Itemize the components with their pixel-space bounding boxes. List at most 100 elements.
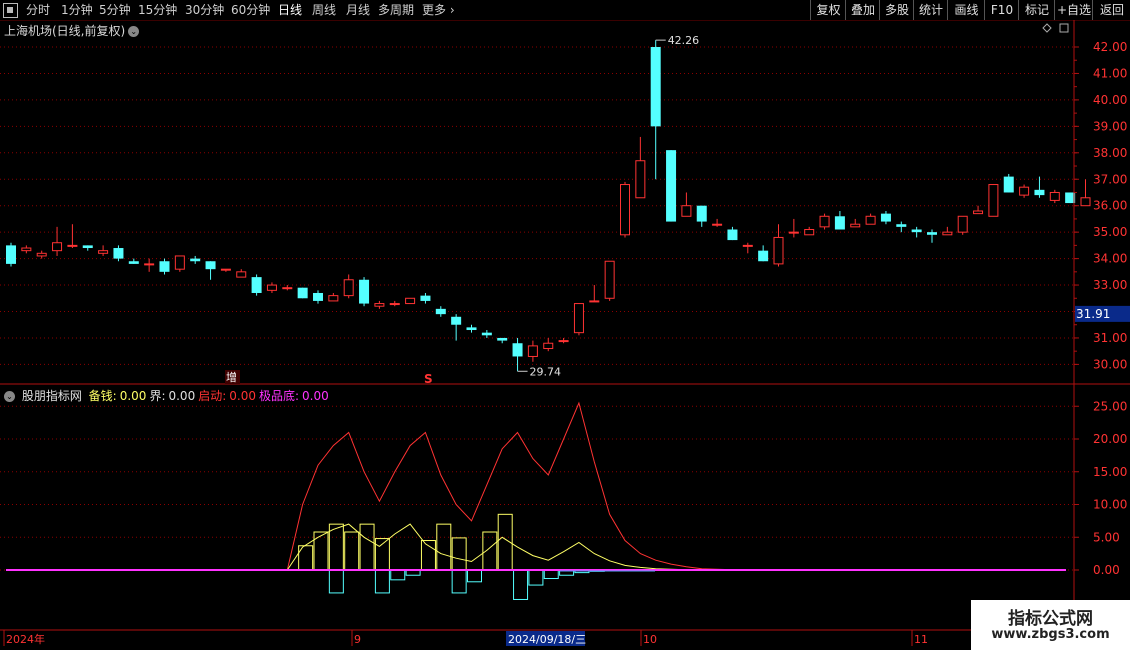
period-tab-9[interactable]: 多周期 (378, 2, 414, 18)
period-tab-10[interactable]: 更多 › (422, 2, 455, 18)
toolbar-button-8[interactable]: 返回 (1092, 0, 1130, 20)
candle-body-up (266, 284, 277, 291)
candle-body-up (52, 242, 63, 252)
watermark-title: 指标公式网 (1008, 609, 1093, 629)
candle-body-down (666, 150, 677, 222)
price-tick-label: 37.00 (1093, 172, 1127, 186)
candle-body-down (466, 327, 477, 331)
grid-lines (0, 46, 1074, 571)
jie-bar (513, 569, 529, 600)
toolbar-button-5[interactable]: F10 (984, 0, 1019, 20)
indicator-field-value-1: 0.00 (168, 389, 196, 403)
indicator-tick-label: 20.00 (1093, 432, 1127, 446)
candle-body-up (343, 279, 354, 297)
toolbar-button-1[interactable]: 叠加 (845, 0, 880, 20)
qidong-line (286, 401, 779, 571)
candle-body-up (681, 205, 692, 217)
candle-body-up (865, 215, 876, 225)
beiqian-bar (344, 531, 360, 571)
toolbar-button-2[interactable]: 多股 (879, 0, 914, 20)
app-menu-icon[interactable] (3, 3, 18, 18)
stock-title: 上海机场(日线,前复权) ⌄ (4, 22, 140, 39)
price-tick-label: 36.00 (1093, 199, 1127, 213)
toolbar-button-7[interactable]: +自选 (1054, 0, 1093, 20)
period-tab-8[interactable]: 月线 (346, 2, 370, 18)
candle-body-down (451, 316, 462, 325)
candle-body-down (834, 216, 845, 230)
period-tab-0[interactable]: 分时 (26, 2, 50, 18)
kline-chart[interactable]: 42.00 41.00 40.00 39.00 38.00 37.00 36.00 35.00… (0, 0, 1130, 650)
candle-body-down (251, 277, 262, 293)
candle-body-up (67, 244, 78, 247)
current-price-label: 31.91 (1076, 307, 1110, 321)
candle-body-up (98, 250, 109, 254)
candle-body-down (650, 47, 661, 127)
candle-body-up (850, 223, 861, 228)
candle-body-down (758, 250, 769, 262)
indicator-field-label-0: 备钱: (88, 389, 117, 403)
period-tab-3[interactable]: 15分钟 (138, 2, 177, 18)
candle-body-up (604, 260, 615, 299)
candle-body-down (190, 258, 201, 262)
beiqian-bar (436, 523, 452, 571)
date-label: 9 (354, 633, 361, 646)
candle-body-up (620, 184, 630, 236)
candle-body-down (205, 261, 216, 270)
jie-bar (605, 569, 621, 572)
jie-bar (374, 569, 390, 594)
period-tab-7[interactable]: 周线 (312, 2, 336, 18)
candle-body-down (128, 261, 139, 264)
toolbar-button-6[interactable]: 标记 (1018, 0, 1055, 20)
indicator-tick-label: 0.00 (1093, 563, 1120, 577)
jie-bar (451, 569, 467, 594)
candle-body-down (297, 287, 308, 299)
toolbar-button-0[interactable]: 复权 (810, 0, 846, 20)
candle-body-up (942, 231, 953, 236)
candle-body-up (374, 303, 385, 307)
candle-body-down (420, 295, 431, 301)
indicator-tick-label: 25.00 (1093, 399, 1127, 413)
candle-body-down (359, 279, 370, 304)
candle-body-up (804, 229, 815, 236)
toolbar-button-3[interactable]: 统计 (913, 0, 948, 20)
period-tab-1[interactable]: 1分钟 (61, 2, 93, 18)
price-tick-label: 40.00 (1093, 93, 1127, 107)
jie-bar (589, 569, 605, 572)
zeng-marker-bg (225, 370, 240, 384)
candle-body-up (742, 244, 753, 247)
period-tab-5[interactable]: 60分钟 (231, 2, 270, 18)
jie-bar (528, 569, 544, 586)
jie-bar (328, 569, 344, 594)
candle-body-up (328, 295, 339, 302)
indicator-field-label-1: 界: (149, 389, 166, 403)
beiqian-bar (482, 531, 498, 571)
beiqian-bar (359, 523, 375, 571)
candle-body-down (1003, 176, 1014, 193)
price-tick-label: 33.00 (1093, 278, 1127, 292)
indicator-tick-label: 10.00 (1093, 498, 1127, 512)
candle-body-up (788, 231, 799, 234)
candle-body-up (36, 252, 47, 257)
candle-body-up (558, 340, 569, 343)
axes: 42.00 41.00 40.00 39.00 38.00 37.00 36.00 35.00… (0, 20, 1130, 646)
period-tab-6[interactable]: 日线 (278, 2, 302, 18)
site-watermark: 指标公式网 www.zbgs3.com (971, 600, 1130, 650)
indicator-tick-label: 15.00 (1093, 465, 1127, 479)
price-tick-label: 38.00 (1093, 146, 1127, 160)
period-tab-4[interactable]: 30分钟 (185, 2, 224, 18)
candle-body-up (1080, 197, 1091, 207)
indicator-field-value-2: 0.00 (229, 389, 256, 403)
period-tab-2[interactable]: 5分钟 (99, 2, 131, 18)
candle-body-up (389, 303, 400, 306)
candle-body-down (6, 245, 16, 264)
jie-bar (559, 569, 575, 576)
price-tick-label: 32.00 (1093, 305, 1127, 319)
toolbar-button-4[interactable]: 画线 (947, 0, 985, 20)
candle-body-down (497, 337, 508, 341)
indicator-dropdown-icon[interactable]: ⌄ (4, 391, 15, 402)
beiqian-bar (313, 531, 329, 571)
candle-body-down (313, 292, 323, 301)
price-tick-label: 34.00 (1093, 252, 1127, 266)
candle-body-up (220, 268, 231, 271)
title-dropdown-icon[interactable]: ⌄ (128, 26, 140, 37)
